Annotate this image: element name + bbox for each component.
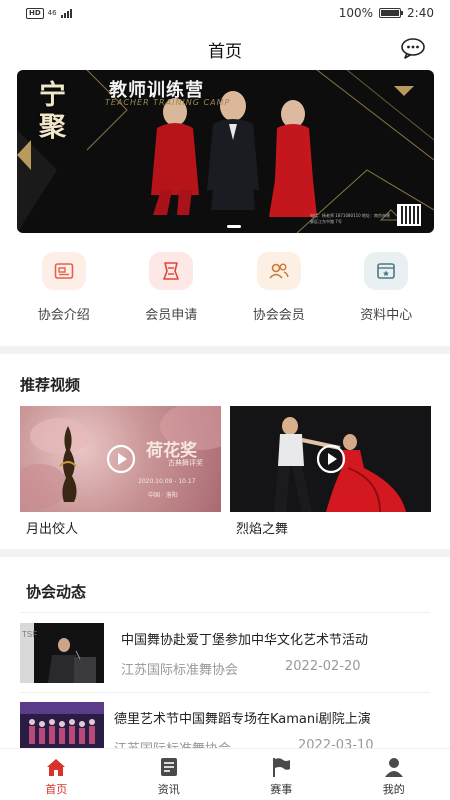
quick-link-label: 会员申请 — [145, 308, 198, 323]
award-date: 2020.10.09 - 10.17 — [138, 478, 196, 485]
banner[interactable]: 宁聚 教师训练营 TEACHER TRAINING CAMP 电话：杨老师 18… — [17, 70, 434, 233]
tab-label: 资讯 — [157, 783, 180, 796]
application-icon — [149, 252, 194, 290]
tab-news[interactable]: 资讯 — [113, 749, 226, 800]
play-icon[interactable] — [106, 444, 136, 474]
banner-logo: 宁聚 — [39, 80, 66, 143]
clock: 2:40 — [407, 6, 434, 20]
news-divider — [20, 692, 430, 693]
tab-label: 赛事 — [270, 783, 293, 796]
section-divider — [0, 549, 450, 557]
video-title[interactable]: 烈焰之舞 — [236, 518, 431, 537]
page-title: 首页 — [208, 41, 242, 62]
news-thumbnail — [20, 702, 104, 748]
tab-events[interactable]: 赛事 — [225, 749, 338, 800]
news-org: 江苏国际标准舞协会 — [121, 663, 239, 678]
quick-link-document-center[interactable]: 资料中心 — [341, 252, 431, 330]
hd-badge: HD — [26, 7, 44, 19]
tab-profile[interactable]: 我的 — [338, 749, 450, 800]
quick-link-association-intro[interactable]: 协会介绍 — [19, 252, 109, 330]
news-divider — [20, 612, 430, 613]
news-date: 2022-02-20 — [285, 659, 361, 674]
flag-icon — [273, 758, 291, 777]
user-icon — [384, 758, 403, 777]
quick-link-label: 资料中心 — [360, 308, 413, 323]
home-icon — [47, 759, 66, 776]
video-thumbnail[interactable] — [230, 406, 431, 512]
video-title[interactable]: 月出佼人 — [26, 518, 221, 537]
status-bar: HD 46 100% 2:40 — [0, 0, 450, 26]
quick-link-label: 协会介绍 — [37, 308, 90, 323]
quick-link-association-members[interactable]: 协会会员 — [234, 252, 324, 330]
network-label: 46 — [47, 8, 57, 17]
battery-percent: 100% — [338, 6, 374, 20]
id-card-icon — [41, 252, 86, 290]
news-item[interactable]: TSF 中国舞协赴爱丁堡参加中华文化艺术节活动 江苏国际标准舞协会 2022-0… — [20, 623, 430, 691]
association-news-title: 协会动态 — [26, 583, 87, 601]
news-thumbnail: TSF — [20, 623, 104, 683]
banner-contact: 电话：杨老师 1871080110 地址：南京市建邺区江东中路 7号 — [310, 213, 390, 224]
news-title[interactable]: 德里艺术节中国舞蹈专场在Kamani剧院上演 — [114, 708, 430, 727]
banner-page-indicator — [227, 225, 241, 228]
news-title[interactable]: 中国舞协赴爱丁堡参加中华文化艺术节活动 — [121, 629, 431, 648]
status-right: 100% 2:40 — [339, 6, 434, 20]
tab-home[interactable]: 首页 — [0, 749, 113, 800]
award-place: 中国 · 洛阳 — [148, 492, 178, 499]
nav-bar: 首页 — [0, 32, 450, 66]
video-card[interactable]: 烈焰之舞 — [230, 406, 431, 537]
status-left: HD 46 — [26, 7, 72, 19]
qr-code-icon — [397, 204, 421, 226]
video-card[interactable]: 荷花奖 古典舞评奖 2020.10.09 - 10.17 中国 · 洛阳 月出佼… — [20, 406, 221, 537]
signal-icon — [60, 8, 72, 18]
quick-links: 协会介绍 会员申请 协会会员 资料中心 — [0, 252, 450, 330]
recommended-videos-title: 推荐视频 — [20, 376, 81, 394]
banner-subtitle: TEACHER TRAINING CAMP — [105, 98, 231, 107]
network-type: 46 — [47, 8, 57, 17]
quick-link-member-application[interactable]: 会员申请 — [126, 252, 216, 330]
battery-icon — [379, 8, 404, 18]
news-icon — [160, 758, 177, 776]
quick-link-label: 协会会员 — [252, 308, 305, 323]
play-icon[interactable] — [316, 444, 346, 474]
document-center-icon — [364, 252, 409, 290]
members-icon — [256, 252, 301, 290]
section-divider — [0, 346, 450, 354]
svg-text:TSF: TSF — [22, 630, 37, 639]
video-thumbnail[interactable]: 荷花奖 古典舞评奖 2020.10.09 - 10.17 中国 · 洛阳 — [20, 406, 221, 512]
tab-label: 首页 — [45, 783, 68, 796]
tab-label: 我的 — [382, 783, 405, 796]
stage-graphic — [20, 702, 104, 748]
video-list: 荷花奖 古典舞评奖 2020.10.09 - 10.17 中国 · 洛阳 月出佼… — [20, 406, 431, 537]
bottom-tab-bar: 首页 资讯 赛事 我的 — [0, 748, 450, 800]
chat-bubble-icon[interactable] — [400, 37, 426, 59]
award-subtext: 古典舞评奖 — [168, 459, 203, 467]
speaker-graphic: TSF — [20, 623, 104, 683]
